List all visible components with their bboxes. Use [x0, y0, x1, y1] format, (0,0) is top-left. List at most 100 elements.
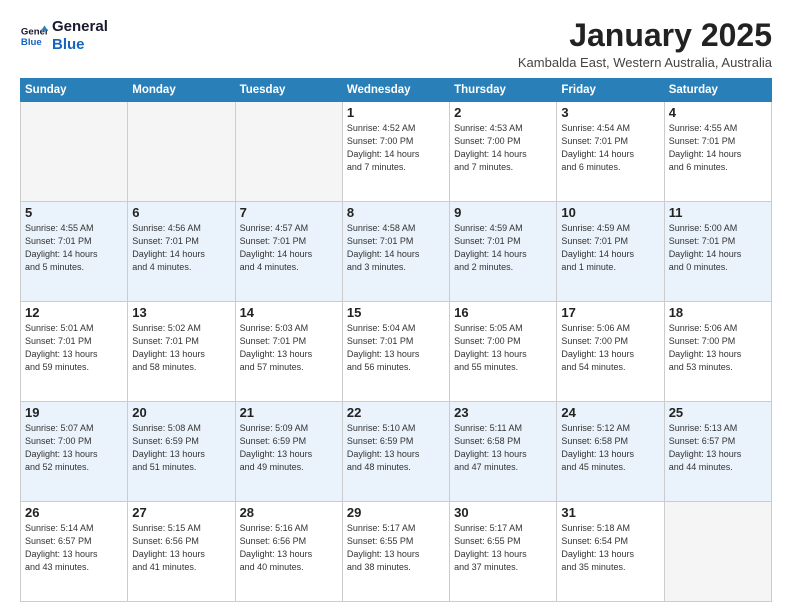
day-info: Sunrise: 5:04 AMSunset: 7:01 PMDaylight:…	[347, 322, 445, 374]
day-number: 4	[669, 105, 767, 120]
day-number: 10	[561, 205, 659, 220]
table-row: 20Sunrise: 5:08 AMSunset: 6:59 PMDayligh…	[128, 402, 235, 502]
day-number: 3	[561, 105, 659, 120]
table-row: 1 Sunrise: 4:52 AMSunset: 7:00 PMDaylight…	[342, 102, 449, 202]
day-info: Sunrise: 4:54 AMSunset: 7:01 PMDaylight:…	[561, 122, 659, 174]
col-friday: Friday	[557, 79, 664, 102]
day-number: 18	[669, 305, 767, 320]
table-row: 15 Sunrise: 5:04 AMSunset: 7:01 PMDayligh…	[342, 302, 449, 402]
day-number: 14	[240, 305, 338, 320]
day-number: 13	[132, 305, 230, 320]
day-info: Sunrise: 4:59 AMSunset: 7:01 PMDaylight:…	[454, 222, 552, 274]
table-row: 31 Sunrise: 5:18 AMSunset: 6:54 PMDayligh…	[557, 502, 664, 602]
day-info: Sunrise: 5:17 AMSunset: 6:55 PMDaylight:…	[454, 522, 552, 574]
day-info: Sunrise: 5:01 AMSunset: 7:01 PMDaylight:…	[25, 322, 123, 374]
day-info: Sunrise: 5:00 AMSunset: 7:01 PMDaylight:…	[669, 222, 767, 274]
table-row: 4 Sunrise: 4:55 AMSunset: 7:01 PMDaylight…	[664, 102, 771, 202]
table-row: 7 Sunrise: 4:57 AMSunset: 7:01 PMDaylight…	[235, 202, 342, 302]
day-number: 1	[347, 105, 445, 120]
table-row: 16 Sunrise: 5:05 AMSunset: 7:00 PMDayligh…	[450, 302, 557, 402]
table-row: 9 Sunrise: 4:59 AMSunset: 7:01 PMDaylight…	[450, 202, 557, 302]
col-thursday: Thursday	[450, 79, 557, 102]
day-info: Sunrise: 5:15 AMSunset: 6:56 PMDaylight:…	[132, 522, 230, 574]
header: General Blue General Blue January 2025 K…	[20, 18, 772, 70]
day-info: Sunrise: 5:13 AMSunset: 6:57 PMDaylight:…	[669, 422, 767, 474]
table-row	[664, 502, 771, 602]
subtitle: Kambalda East, Western Australia, Austra…	[518, 55, 772, 70]
day-number: 17	[561, 305, 659, 320]
day-number: 6	[132, 205, 230, 220]
day-info: Sunrise: 4:55 AMSunset: 7:01 PMDaylight:…	[669, 122, 767, 174]
table-row: 12 Sunrise: 5:01 AMSunset: 7:01 PMDayligh…	[21, 302, 128, 402]
col-tuesday: Tuesday	[235, 79, 342, 102]
day-info: Sunrise: 4:53 AMSunset: 7:00 PMDaylight:…	[454, 122, 552, 174]
day-info: Sunrise: 5:16 AMSunset: 6:56 PMDaylight:…	[240, 522, 338, 574]
table-row: 6Sunrise: 4:56 AMSunset: 7:01 PMDaylight…	[128, 202, 235, 302]
day-number: 16	[454, 305, 552, 320]
day-number: 31	[561, 505, 659, 520]
day-number: 29	[347, 505, 445, 520]
table-row: 29 Sunrise: 5:17 AMSunset: 6:55 PMDayligh…	[342, 502, 449, 602]
col-monday: Monday	[128, 79, 235, 102]
day-number: 5	[25, 205, 123, 220]
day-info: Sunrise: 5:06 AMSunset: 7:00 PMDaylight:…	[561, 322, 659, 374]
table-row: 5Sunrise: 4:55 AMSunset: 7:01 PMDaylight…	[21, 202, 128, 302]
col-saturday: Saturday	[664, 79, 771, 102]
day-number: 30	[454, 505, 552, 520]
table-row	[128, 102, 235, 202]
col-sunday: Sunday	[21, 79, 128, 102]
day-info: Sunrise: 5:02 AMSunset: 7:01 PMDaylight:…	[132, 322, 230, 374]
day-info: Sunrise: 5:17 AMSunset: 6:55 PMDaylight:…	[347, 522, 445, 574]
day-info: Sunrise: 4:59 AMSunset: 7:01 PMDaylight:…	[561, 222, 659, 274]
page: General Blue General Blue January 2025 K…	[0, 0, 792, 612]
table-row: 17 Sunrise: 5:06 AMSunset: 7:00 PMDayligh…	[557, 302, 664, 402]
day-info: Sunrise: 4:58 AMSunset: 7:01 PMDaylight:…	[347, 222, 445, 274]
day-info: Sunrise: 4:52 AMSunset: 7:00 PMDaylight:…	[347, 122, 445, 174]
table-row: 3 Sunrise: 4:54 AMSunset: 7:01 PMDaylight…	[557, 102, 664, 202]
day-number: 22	[347, 405, 445, 420]
table-row: 21Sunrise: 5:09 AMSunset: 6:59 PMDayligh…	[235, 402, 342, 502]
day-info: Sunrise: 5:07 AMSunset: 7:00 PMDaylight:…	[25, 422, 123, 474]
table-row: 22Sunrise: 5:10 AMSunset: 6:59 PMDayligh…	[342, 402, 449, 502]
day-info: Sunrise: 5:06 AMSunset: 7:00 PMDaylight:…	[669, 322, 767, 374]
calendar-week-3: 12 Sunrise: 5:01 AMSunset: 7:01 PMDayligh…	[21, 302, 772, 402]
table-row: 27 Sunrise: 5:15 AMSunset: 6:56 PMDayligh…	[128, 502, 235, 602]
table-row: 26 Sunrise: 5:14 AMSunset: 6:57 PMDayligh…	[21, 502, 128, 602]
logo: General Blue General Blue	[20, 18, 108, 54]
day-info: Sunrise: 4:57 AMSunset: 7:01 PMDaylight:…	[240, 222, 338, 274]
day-number: 12	[25, 305, 123, 320]
table-row	[21, 102, 128, 202]
table-row: 24Sunrise: 5:12 AMSunset: 6:58 PMDayligh…	[557, 402, 664, 502]
table-row: 18 Sunrise: 5:06 AMSunset: 7:00 PMDayligh…	[664, 302, 771, 402]
day-info: Sunrise: 5:09 AMSunset: 6:59 PMDaylight:…	[240, 422, 338, 474]
title-block: January 2025 Kambalda East, Western Aust…	[518, 18, 772, 70]
day-number: 2	[454, 105, 552, 120]
day-number: 27	[132, 505, 230, 520]
table-row: 19 Sunrise: 5:07 AMSunset: 7:00 PMDayligh…	[21, 402, 128, 502]
day-number: 7	[240, 205, 338, 220]
day-info: Sunrise: 5:11 AMSunset: 6:58 PMDaylight:…	[454, 422, 552, 474]
day-number: 9	[454, 205, 552, 220]
table-row: 23 Sunrise: 5:11 AMSunset: 6:58 PMDayligh…	[450, 402, 557, 502]
month-title: January 2025	[518, 18, 772, 53]
calendar: Sunday Monday Tuesday Wednesday Thursday…	[20, 78, 772, 602]
calendar-week-5: 26 Sunrise: 5:14 AMSunset: 6:57 PMDayligh…	[21, 502, 772, 602]
table-row: 8Sunrise: 4:58 AMSunset: 7:01 PMDaylight…	[342, 202, 449, 302]
day-info: Sunrise: 5:08 AMSunset: 6:59 PMDaylight:…	[132, 422, 230, 474]
table-row: 28Sunrise: 5:16 AMSunset: 6:56 PMDayligh…	[235, 502, 342, 602]
day-number: 11	[669, 205, 767, 220]
table-row	[235, 102, 342, 202]
day-number: 23	[454, 405, 552, 420]
day-info: Sunrise: 5:05 AMSunset: 7:00 PMDaylight:…	[454, 322, 552, 374]
table-row: 14Sunrise: 5:03 AMSunset: 7:01 PMDayligh…	[235, 302, 342, 402]
day-info: Sunrise: 5:14 AMSunset: 6:57 PMDaylight:…	[25, 522, 123, 574]
table-row: 25Sunrise: 5:13 AMSunset: 6:57 PMDayligh…	[664, 402, 771, 502]
day-info: Sunrise: 5:18 AMSunset: 6:54 PMDaylight:…	[561, 522, 659, 574]
day-number: 26	[25, 505, 123, 520]
table-row: 2 Sunrise: 4:53 AMSunset: 7:00 PMDaylight…	[450, 102, 557, 202]
day-number: 15	[347, 305, 445, 320]
day-number: 19	[25, 405, 123, 420]
svg-text:Blue: Blue	[21, 37, 42, 48]
calendar-week-1: 1 Sunrise: 4:52 AMSunset: 7:00 PMDaylight…	[21, 102, 772, 202]
day-number: 24	[561, 405, 659, 420]
